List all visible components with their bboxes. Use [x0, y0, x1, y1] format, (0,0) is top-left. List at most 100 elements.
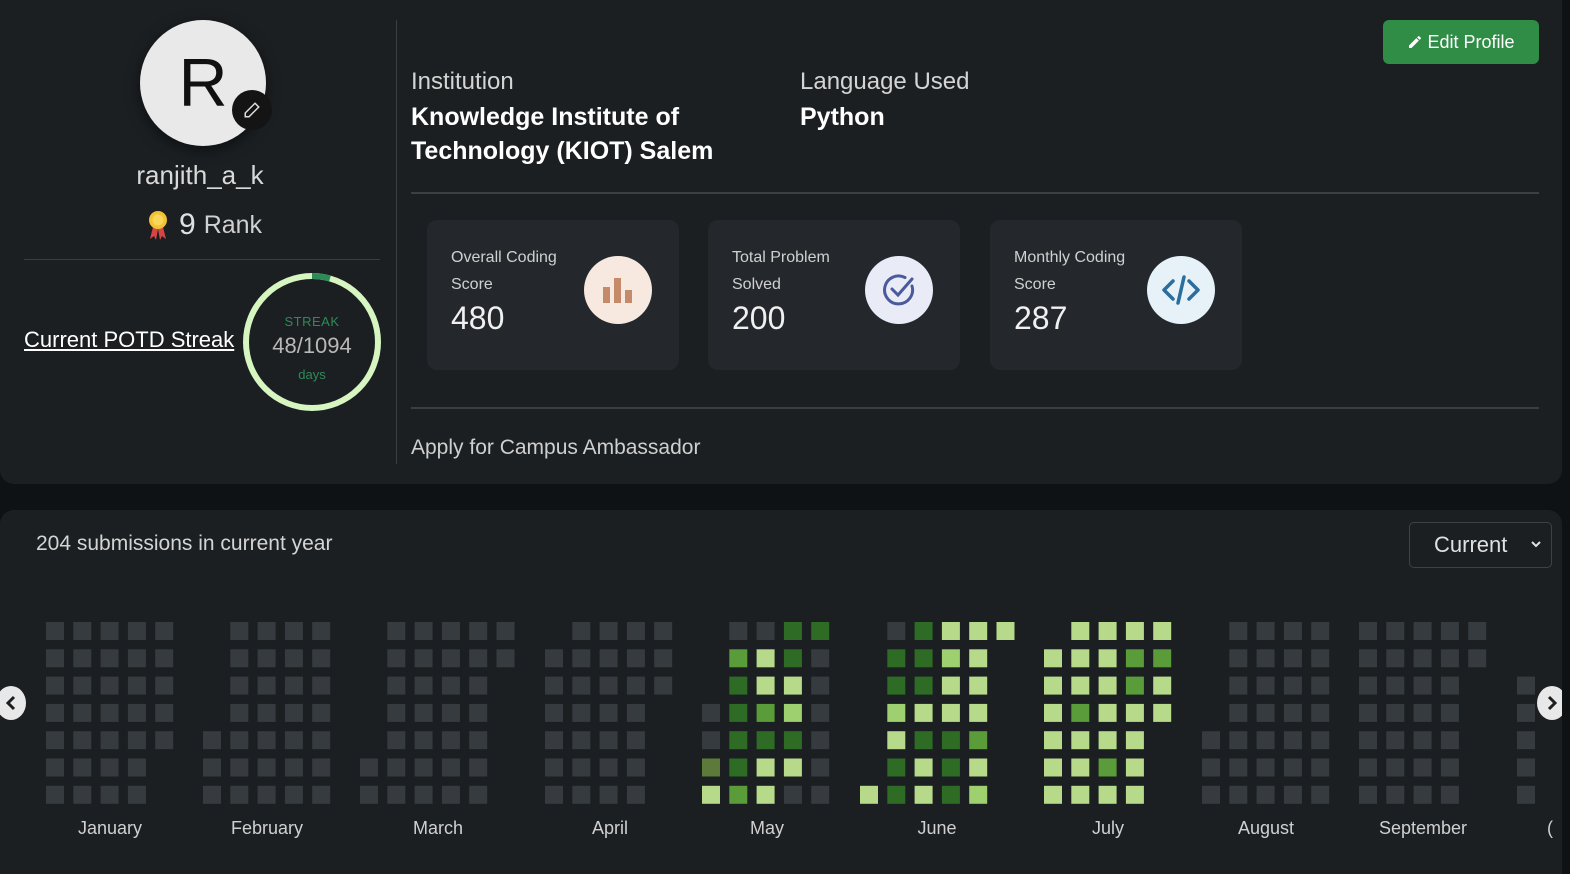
heatmap-cell — [284, 731, 303, 750]
heatmap-cell — [387, 622, 406, 640]
heatmap-cell — [1517, 731, 1535, 750]
heatmap-cell — [155, 676, 174, 695]
heatmap-cell — [1386, 758, 1405, 777]
heatmap-cell — [729, 649, 748, 668]
heatmap-cell — [914, 731, 933, 750]
heatmap-cell — [887, 703, 906, 722]
heatmap-cell — [441, 703, 460, 722]
heatmap-cell — [1386, 703, 1405, 722]
heatmap-cell — [756, 731, 775, 750]
heatmap-cell — [941, 676, 960, 695]
heatmap-cell — [1517, 676, 1535, 695]
heatmap-cell — [729, 676, 748, 695]
heatmap-cell — [73, 731, 92, 750]
heatmap-cell — [441, 785, 460, 804]
heatmap-cell — [496, 649, 515, 668]
heatmap-cell — [1125, 649, 1144, 668]
heatmap-cell — [1229, 703, 1248, 722]
heatmap-cell — [572, 758, 591, 777]
heatmap-cell — [1359, 731, 1377, 750]
heatmap-cell — [914, 622, 933, 640]
heatmap-cell — [155, 622, 174, 640]
heatmap-cell — [572, 622, 591, 640]
heatmap-cell — [1359, 785, 1377, 804]
heatmap-cell — [1517, 703, 1535, 722]
heatmap-cell — [312, 731, 331, 750]
heatmap-cell — [1125, 703, 1144, 722]
heatmap-cell — [783, 649, 802, 668]
heatmap-cell — [729, 785, 748, 804]
heatmap-cell — [783, 703, 802, 722]
heatmap-cell — [887, 622, 906, 640]
heatmap-cell — [626, 703, 645, 722]
heatmap-cell — [1413, 649, 1432, 668]
next-arrow-button[interactable] — [1537, 686, 1562, 720]
campus-ambassador-link[interactable]: Apply for Campus Ambassador — [411, 436, 700, 460]
heatmap-cell — [441, 622, 460, 640]
heatmap-cell — [1071, 731, 1090, 750]
heatmap-cell — [1283, 785, 1302, 804]
heatmap-cell — [155, 703, 174, 722]
heatmap-cell — [230, 676, 249, 695]
divider — [411, 192, 1539, 194]
stat-label-line: Score — [451, 276, 493, 293]
heatmap-cell — [127, 649, 146, 668]
heatmap-cell — [387, 649, 406, 668]
rank-number: 9 — [179, 208, 196, 241]
heatmap-cell — [73, 703, 92, 722]
username: ranjith_a_k — [136, 160, 264, 190]
heatmap-cell — [203, 785, 221, 804]
heatmap-cell — [599, 731, 618, 750]
heatmap-cell — [729, 731, 748, 750]
heatmap-cell — [654, 649, 673, 668]
heatmap-cell — [230, 703, 249, 722]
heatmap-cell — [626, 785, 645, 804]
heatmap-cell — [811, 703, 830, 722]
heatmap-cell — [1386, 649, 1405, 668]
heatmap-cell — [1440, 649, 1459, 668]
month-label: August — [1237, 818, 1295, 838]
heatmap-cell — [1283, 676, 1302, 695]
heatmap-cell — [414, 703, 433, 722]
month-label: July — [1091, 818, 1125, 838]
heatmap-cell — [1468, 622, 1487, 640]
heatmap-cell — [545, 785, 563, 804]
heatmap-cell — [729, 758, 748, 777]
heatmap-cell — [969, 649, 988, 668]
heatmap-cell — [414, 785, 433, 804]
heatmap-cell — [1283, 649, 1302, 668]
heatmap-cell — [1283, 622, 1302, 640]
month-label: April — [591, 818, 629, 838]
heatmap-cell — [599, 758, 618, 777]
stat-label-line: Total Problem — [732, 249, 830, 266]
vertical-divider — [396, 20, 397, 464]
heatmap-cell — [100, 758, 119, 777]
heatmap-cell — [387, 731, 406, 750]
heatmap-cell — [73, 676, 92, 695]
heatmap-cell — [100, 731, 119, 750]
avatar-edit-button[interactable] — [232, 90, 272, 130]
stat-value: 287 — [1014, 300, 1068, 336]
heatmap-cell — [1440, 785, 1459, 804]
code-icon — [1147, 256, 1215, 324]
heatmap-cell — [1044, 703, 1062, 722]
edit-profile-button[interactable]: Edit Profile — [1383, 20, 1539, 64]
heatmap-cell — [100, 622, 119, 640]
stat-card-problems-solved: Total Problem Solved 200 — [708, 220, 960, 370]
heatmap-cell — [1044, 758, 1062, 777]
heatmap-cell — [46, 731, 64, 750]
heatmap-cell — [941, 758, 960, 777]
heatmap-cell — [203, 758, 221, 777]
heatmap-cell — [702, 758, 720, 777]
heatmap-cell — [203, 731, 221, 750]
heatmap-cell — [127, 758, 146, 777]
heatmap-cell — [360, 785, 378, 804]
heatmap-cell — [441, 676, 460, 695]
potd-streak-link[interactable]: Current POTD Streak — [24, 327, 234, 353]
heatmap-cell — [387, 785, 406, 804]
heatmap-cell — [756, 703, 775, 722]
heatmap-cell — [1256, 731, 1275, 750]
heatmap-cell — [811, 622, 830, 640]
heatmap-cell — [230, 758, 249, 777]
submissions-panel: 204 submissions in current year Current … — [0, 510, 1562, 874]
